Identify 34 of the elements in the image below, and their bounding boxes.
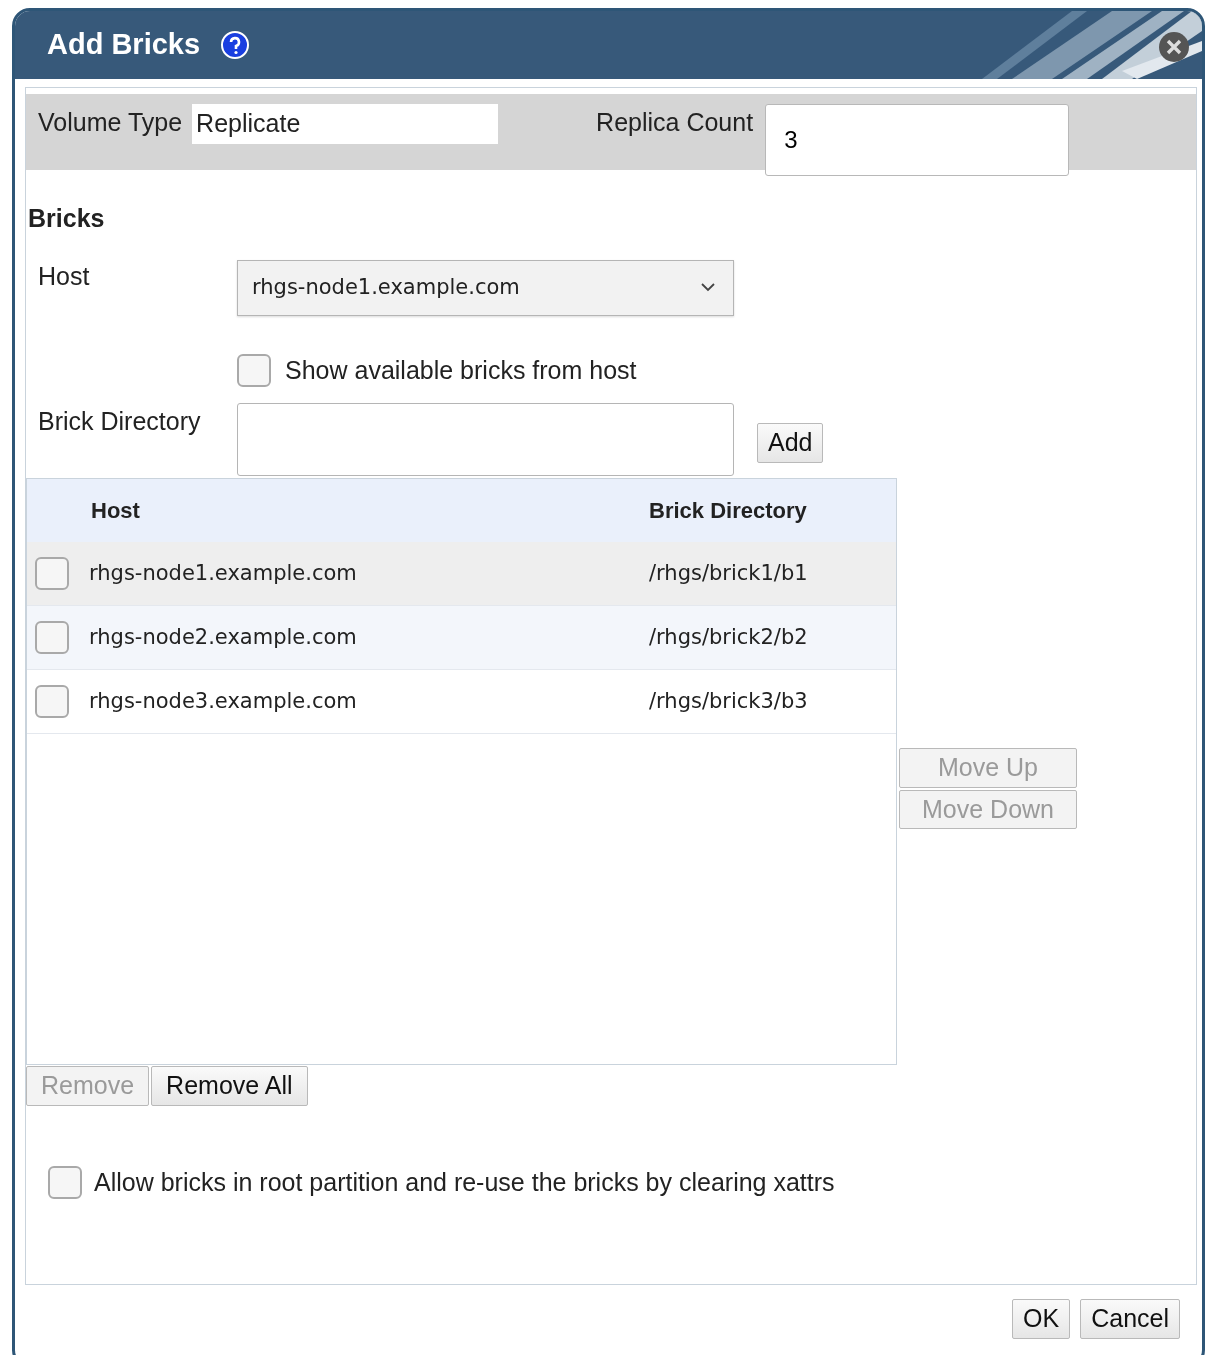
table-row[interactable]: rhgs-node1.example.com /rhgs/brick1/b1 [27,542,896,606]
field-label: Volume Type [38,107,183,138]
help-icon[interactable] [220,30,251,60]
row-checkbox[interactable] [35,685,69,718]
column-header: Brick Directory [649,497,807,525]
checkbox[interactable] [48,1165,82,1199]
field-label: Host [38,260,91,292]
row-checkbox[interactable] [35,557,69,590]
directory-cell-text: /rhgs/brick3/b3 [649,687,808,715]
cancel-button[interactable]: Cancel [1080,1299,1180,1339]
field-label: Replica Count [596,107,754,138]
host-cell-text: rhgs-node3.example.com [89,687,357,715]
host-cell-text: rhgs-node1.example.com [89,559,357,587]
volume-type-value: Replicate [192,104,499,144]
section-heading: Bricks [28,203,106,234]
close-button[interactable] [1158,31,1190,63]
checkbox-label: Show available bricks from host [285,354,637,386]
brick-directory-field[interactable] [237,403,734,476]
checkbox[interactable] [237,353,271,387]
row-checkbox[interactable] [35,621,69,654]
host-cell-text: rhgs-node2.example.com [89,623,357,651]
replica-count-field[interactable]: 3 [765,104,1070,176]
field-label: Brick Directory [38,406,202,437]
checkbox-label: Allow bricks in root partition and re-use the bricks by clearing xattrs [94,1166,835,1198]
chevron-down-icon [701,283,715,292]
directory-cell-text: /rhgs/brick1/b1 [649,559,808,587]
host-dropdown[interactable]: rhgs-node1.example.com [237,259,734,316]
window-title: Add Bricks [47,27,201,63]
directory-cell-text: /rhgs/brick2/b2 [649,623,808,651]
table-row[interactable]: rhgs-node2.example.com /rhgs/brick2/b2 [27,606,896,670]
column-header: Host [90,497,141,525]
add-button[interactable]: Add [757,423,824,463]
ok-button[interactable]: OK [1012,1299,1071,1339]
remove-button[interactable]: Remove All [151,1066,308,1106]
